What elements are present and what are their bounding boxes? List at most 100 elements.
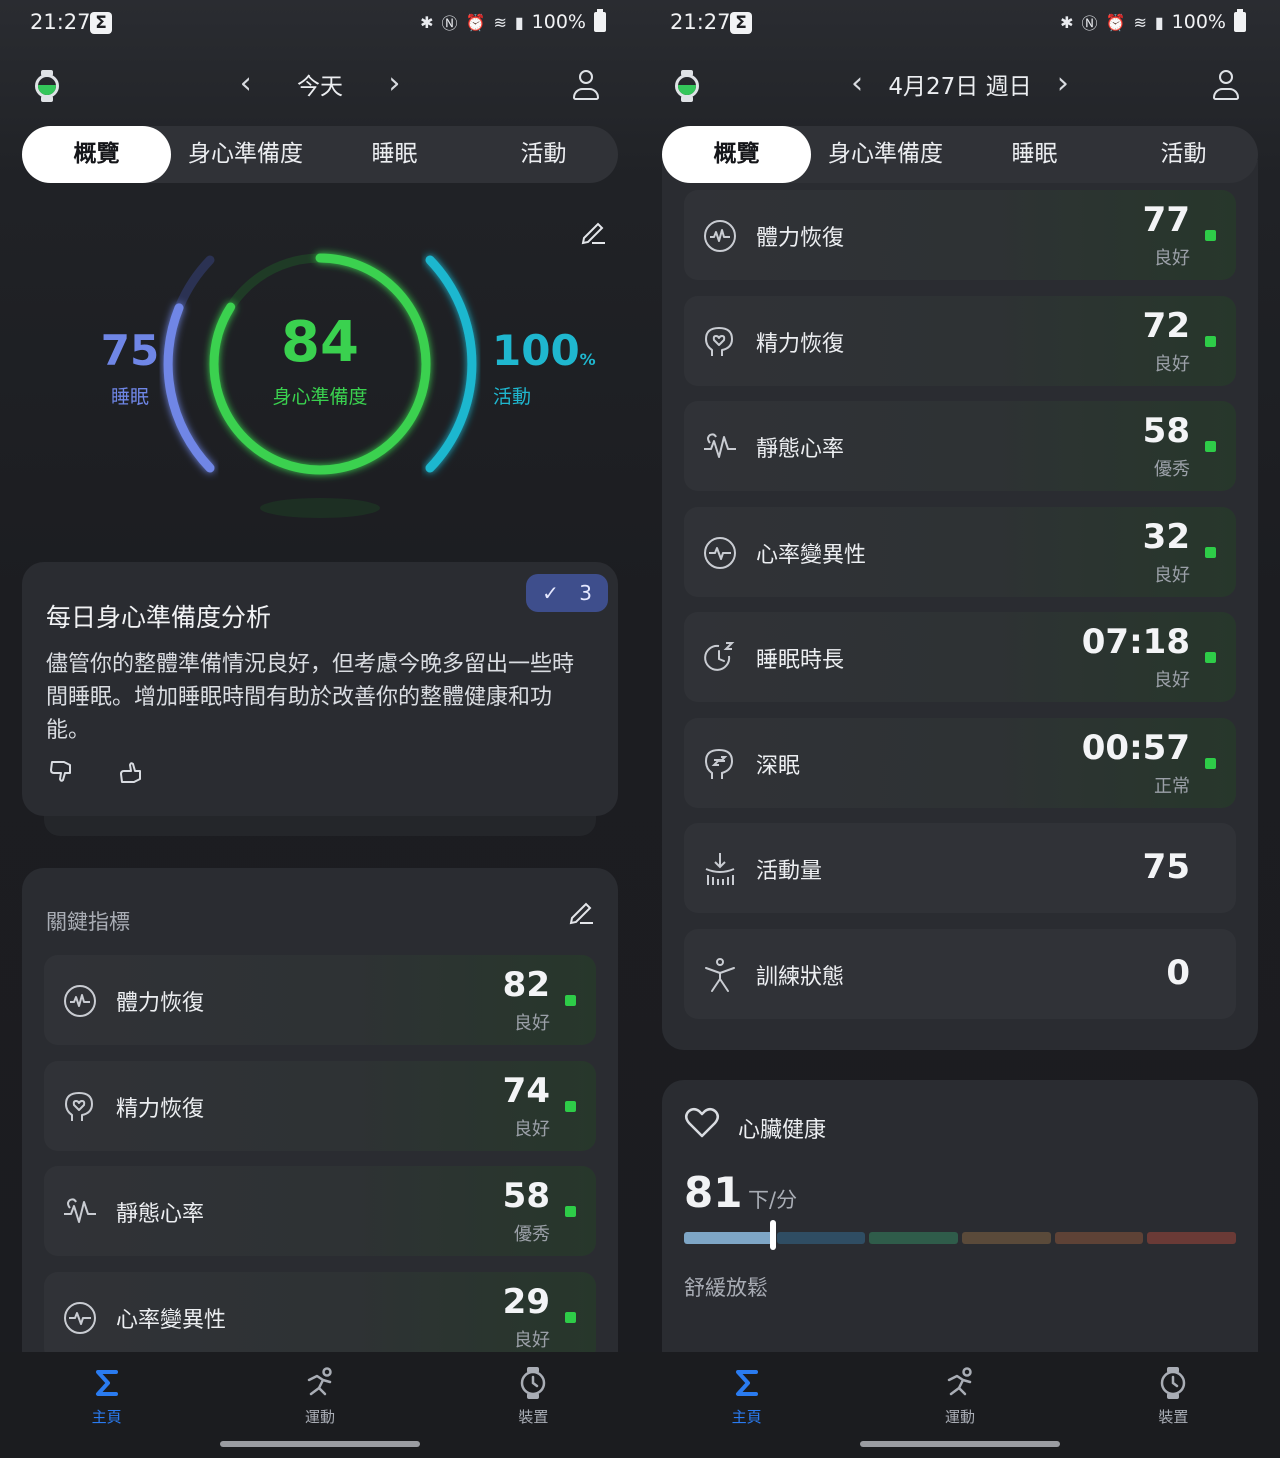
heart-rate-zone-segment: [869, 1232, 959, 1244]
watch-device-icon: [1161, 1367, 1186, 1399]
check-icon: ✓: [542, 581, 559, 605]
status-time: 21:27: [30, 10, 91, 34]
edit-icon[interactable]: [578, 216, 608, 246]
nav-device[interactable]: 裝置: [1067, 1352, 1280, 1458]
metric-value: 74: [502, 1070, 550, 1111]
metric-row[interactable]: 體力恢復 82 良好: [44, 955, 596, 1045]
home-indicator[interactable]: [220, 1441, 420, 1447]
daily-analysis-card[interactable]: ✓ 3 每日身心準備度分析 儘管你的整體準備情況良好，但考慮今晚多留出一些時間睡…: [22, 562, 618, 816]
watch-device-icon: [521, 1367, 546, 1399]
metric-row[interactable]: 深眠 00:57 正常: [684, 717, 1236, 808]
metric-status: 良好: [1154, 248, 1190, 269]
metric-row[interactable]: 體力恢復 77 良好: [684, 190, 1236, 280]
thumbs-down-icon[interactable]: [48, 758, 76, 786]
sigma-home-icon: [735, 1370, 758, 1396]
metric-row[interactable]: 心率變異性 29 良好: [44, 1271, 596, 1362]
card-stack-shadow: [44, 816, 596, 836]
nav-home[interactable]: 主頁: [0, 1352, 213, 1458]
metric-value: 77: [1142, 200, 1190, 240]
nav-device-label: 裝置: [1158, 1408, 1189, 1426]
check-count-badge[interactable]: ✓ 3: [526, 574, 608, 612]
activity-label: 活動: [492, 386, 531, 408]
readiness-score: 84: [281, 310, 359, 375]
activity-score-group: 100%: [492, 326, 596, 375]
workout-icon: [307, 1367, 332, 1396]
deep-sleep-icon: [704, 748, 734, 779]
wifi-icon: ≋: [493, 12, 507, 32]
tab-activity[interactable]: 活動: [469, 126, 618, 183]
date-navigator: ‹ 今天 ›: [0, 66, 640, 102]
metric-name: 體力恢復: [756, 226, 845, 251]
chevron-left-icon[interactable]: ‹: [833, 66, 881, 102]
metric-name: 靜態心率: [756, 437, 845, 462]
date-navigator: ‹ 4月27日 週日 ›: [640, 66, 1280, 102]
alarm-icon: ⏰: [1105, 12, 1126, 32]
analysis-text: 儘管你的整體準備情況良好，但考慮今晚多留出一些時間睡眠。增加睡眠時間有助於改善你…: [46, 652, 575, 743]
status-icons: ✱ Ⓝ ⏰ ≋ ▮ 100%: [420, 9, 606, 34]
metric-value: 82: [502, 965, 550, 1005]
status-indicator-dot: [565, 1311, 576, 1323]
metric-name: 精力恢復: [756, 331, 845, 357]
tab-overview[interactable]: 概覽: [22, 126, 171, 183]
tab-sleep[interactable]: 睡眠: [960, 126, 1109, 183]
heart-rate-value: 81: [684, 1168, 743, 1217]
metric-row[interactable]: 精力恢復 74 良好: [44, 1060, 596, 1151]
chevron-left-icon[interactable]: ‹: [202, 66, 290, 102]
readiness-label: 身心準備度: [272, 386, 368, 408]
tab-overview[interactable]: 概覽: [662, 126, 811, 183]
thumbs-up-icon[interactable]: [118, 758, 146, 786]
nav-device[interactable]: 裝置: [427, 1352, 640, 1458]
nfc-icon: Ⓝ: [441, 14, 458, 33]
metric-row[interactable]: 精力恢復 72 良好: [684, 295, 1236, 386]
edit-icon[interactable]: [566, 896, 596, 926]
metric-status: 優秀: [1154, 459, 1190, 480]
metric-value: 58: [1142, 411, 1190, 451]
analysis-title: 每日身心準備度分析: [46, 603, 272, 632]
metric-name: 心率變異性: [116, 1307, 227, 1333]
metric-name: 訓練狀態: [756, 964, 845, 990]
metric-status: 優秀: [514, 1224, 550, 1245]
heart-rate-zone-segment: [776, 1232, 866, 1244]
metric-status: 良好: [514, 1118, 550, 1140]
heart-rate-zone-bar: [684, 1232, 1237, 1244]
status-indicator-dot: [1205, 757, 1216, 769]
heart-rate-zone-segment: [1147, 1232, 1237, 1244]
metric-name: 深眠: [756, 753, 801, 779]
heart-rate-marker: [769, 1220, 776, 1250]
metric-row[interactable]: 活動量 75: [684, 823, 1236, 913]
metric-value: 72: [1142, 305, 1190, 346]
metric-status: 良好: [1154, 670, 1190, 691]
profile-icon[interactable]: [1212, 70, 1240, 100]
metric-row[interactable]: 心率變異性 32 良好: [684, 506, 1236, 597]
metric-row[interactable]: 睡眠時長 07:18 良好: [684, 612, 1236, 702]
chevron-right-icon[interactable]: ›: [350, 66, 438, 102]
metric-name: 精力恢復: [116, 1096, 205, 1122]
check-count: 3: [579, 581, 592, 605]
tab-readiness[interactable]: 身心準備度: [171, 126, 320, 183]
metric-status: 正常: [1154, 775, 1190, 797]
tab-readiness[interactable]: 身心準備度: [811, 126, 960, 183]
metric-row[interactable]: 訓練狀態 0: [684, 928, 1236, 1019]
nav-home[interactable]: 主頁: [640, 1352, 853, 1458]
chevron-right-icon[interactable]: ›: [1039, 66, 1087, 102]
profile-icon[interactable]: [572, 70, 600, 100]
nav-home-label: 主頁: [731, 1408, 762, 1426]
sleep-label: 睡眠: [110, 386, 149, 408]
activity-amount-icon: [705, 853, 735, 885]
battery-percent: 100%: [1171, 11, 1226, 33]
metric-row[interactable]: 靜態心率 58 優秀: [684, 401, 1236, 491]
metric-status: 良好: [514, 1329, 550, 1351]
heart-health-title: 心臟健康: [738, 1118, 827, 1143]
home-indicator[interactable]: [860, 1441, 1060, 1447]
metric-name: 睡眠時長: [756, 648, 845, 673]
metric-value: 58: [502, 1176, 550, 1216]
training-status-icon: [705, 957, 735, 992]
metric-name: 心率變異性: [756, 542, 867, 568]
tab-activity[interactable]: 活動: [1109, 126, 1258, 183]
tab-sleep[interactable]: 睡眠: [320, 126, 469, 183]
readiness-gauge[interactable]: 84 身心準備度 75 睡眠 100% 活動: [80, 240, 596, 530]
heart-icon: [685, 1108, 719, 1138]
metric-row[interactable]: 靜態心率 58 優秀: [44, 1166, 596, 1256]
status-indicator-dot: [1205, 230, 1216, 241]
nav-device-label: 裝置: [518, 1408, 549, 1426]
